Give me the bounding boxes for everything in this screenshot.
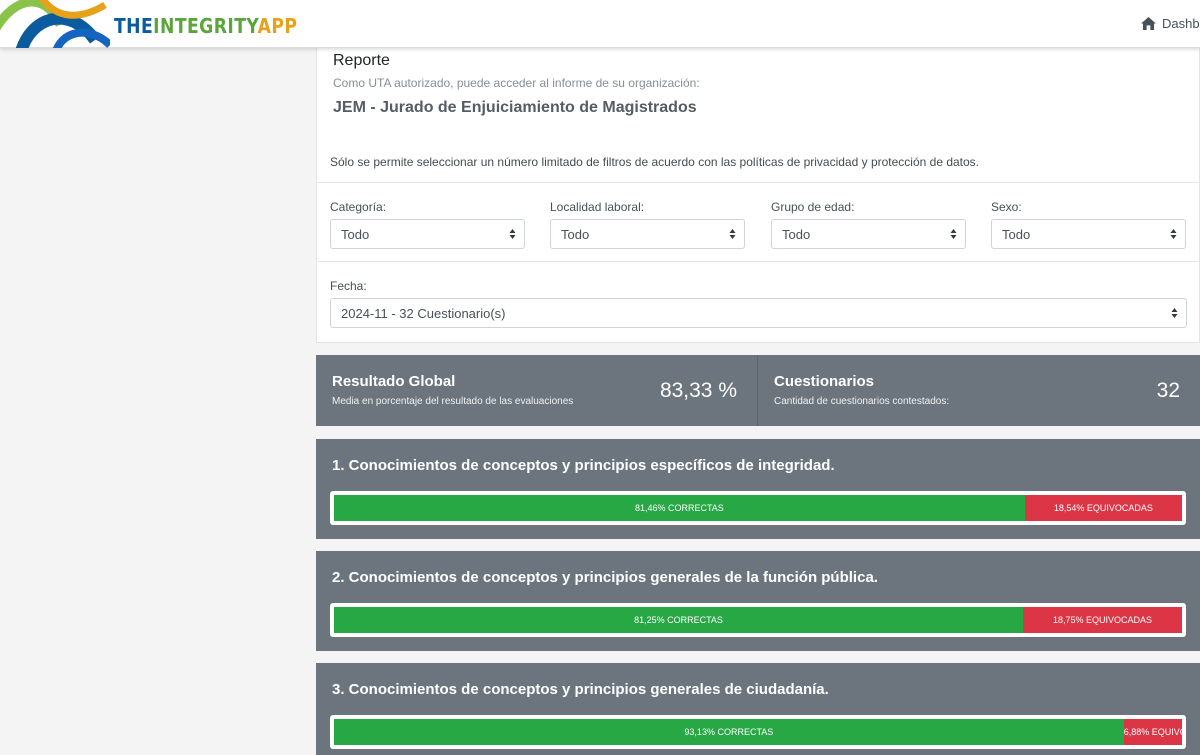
correct-segment: 81,46% CORRECTAS bbox=[334, 495, 1025, 521]
result-progress-bar: 81,25% CORRECTAS 18,75% EQUIVOCADAS bbox=[330, 603, 1186, 637]
filter-localidad: Localidad laboral: Todo bbox=[550, 200, 745, 249]
section-panel: 3. Conocimientos de conceptos y principi… bbox=[316, 663, 1200, 755]
result-progress-bar: 81,46% CORRECTAS 18,54% EQUIVOCADAS bbox=[330, 491, 1186, 525]
brand-part-the: THE bbox=[114, 14, 154, 38]
filter-categoria: Categoría: Todo bbox=[330, 200, 525, 249]
wrong-segment: 6,88% EQUIVOCADAS bbox=[1123, 719, 1182, 745]
dashboard-link-label: Dashbo bbox=[1162, 16, 1200, 31]
global-result-title: Resultado Global bbox=[332, 373, 456, 390]
top-navbar: THEINTEGRITYAPP Dashbo bbox=[0, 0, 1200, 48]
privacy-note: Sólo se permite seleccionar un número li… bbox=[330, 155, 980, 169]
localidad-select[interactable]: Todo bbox=[550, 219, 745, 249]
select-arrows-icon bbox=[950, 229, 957, 239]
section-panel: 2. Conocimientos de conceptos y principi… bbox=[316, 551, 1200, 651]
filter-label: Localidad laboral: bbox=[550, 200, 645, 214]
grupo-edad-select[interactable]: Todo bbox=[771, 219, 966, 249]
section-panel: 1. Conocimientos de conceptos y principi… bbox=[316, 439, 1200, 539]
filter-grupo-edad: Grupo de edad: Todo bbox=[771, 200, 966, 249]
select-arrows-icon bbox=[1170, 229, 1177, 239]
questionnaires-value: 32 bbox=[1156, 379, 1180, 402]
brand-part-integrity: INTEGRITY bbox=[153, 14, 258, 38]
report-card: Reporte Como UTA autorizado, puede acced… bbox=[316, 48, 1200, 343]
section-title: 3. Conocimientos de conceptos y principi… bbox=[332, 681, 829, 698]
report-title: Reporte bbox=[333, 52, 390, 69]
divider bbox=[317, 182, 1200, 183]
categoria-select[interactable]: Todo bbox=[330, 219, 525, 249]
filter-label: Sexo: bbox=[991, 200, 1022, 214]
filter-sexo: Sexo: Todo bbox=[991, 200, 1186, 249]
global-result-value: 83,33 % bbox=[659, 379, 737, 402]
select-arrows-icon bbox=[729, 229, 736, 239]
wrong-segment: 18,75% EQUIVOCADAS bbox=[1023, 607, 1182, 633]
correct-segment: 81,25% CORRECTAS bbox=[334, 607, 1023, 633]
sexo-select[interactable]: Todo bbox=[991, 219, 1186, 249]
filter-label: Fecha: bbox=[330, 279, 367, 293]
result-progress-bar: 93,13% CORRECTAS 6,88% EQUIVOCADAS bbox=[330, 715, 1186, 749]
progress-track: 81,46% CORRECTAS 18,54% EQUIVOCADAS bbox=[334, 495, 1182, 521]
divider bbox=[317, 261, 1200, 262]
logo-swirl-icon bbox=[0, 0, 110, 48]
section-title: 2. Conocimientos de conceptos y principi… bbox=[332, 569, 878, 586]
report-subtitle: Como UTA autorizado, puede acceder al in… bbox=[333, 76, 700, 90]
filter-fecha: Fecha: 2024-11 - 32 Cuestionario(s) bbox=[330, 279, 1187, 328]
progress-track: 81,25% CORRECTAS 18,75% EQUIVOCADAS bbox=[334, 607, 1182, 633]
questionnaires-card: Cuestionarios Cantidad de cuestionarios … bbox=[758, 355, 1200, 426]
questionnaires-description: Cantidad de cuestionarios contestados: bbox=[774, 396, 950, 407]
select-value: Todo bbox=[341, 227, 370, 242]
fecha-select[interactable]: 2024-11 - 32 Cuestionario(s) bbox=[330, 298, 1187, 328]
brand-part-app: APP bbox=[257, 14, 298, 38]
summary-panel: Resultado Global Media en porcentaje del… bbox=[316, 355, 1200, 426]
correct-segment: 93,13% CORRECTAS bbox=[334, 719, 1124, 745]
wrong-segment: 18,54% EQUIVOCADAS bbox=[1024, 495, 1182, 521]
questionnaires-title: Cuestionarios bbox=[774, 373, 875, 390]
filter-label: Categoría: bbox=[330, 200, 387, 214]
dashboard-link[interactable]: Dashbo bbox=[1141, 16, 1200, 31]
brand-name: THEINTEGRITYAPP bbox=[114, 14, 297, 38]
select-value: 2024-11 - 32 Cuestionario(s) bbox=[341, 306, 506, 321]
organization-name: JEM - Jurado de Enjuiciamiento de Magist… bbox=[333, 99, 697, 116]
global-result-card: Resultado Global Media en porcentaje del… bbox=[316, 355, 758, 426]
select-value: Todo bbox=[1002, 227, 1031, 242]
filter-label: Grupo de edad: bbox=[771, 200, 855, 214]
select-value: Todo bbox=[561, 227, 590, 242]
select-value: Todo bbox=[782, 227, 811, 242]
global-result-description: Media en porcentaje del resultado de las… bbox=[332, 396, 574, 407]
select-arrows-icon bbox=[1171, 308, 1178, 318]
home-icon bbox=[1141, 17, 1156, 30]
app-logo[interactable]: THEINTEGRITYAPP bbox=[0, 0, 300, 48]
progress-track: 93,13% CORRECTAS 6,88% EQUIVOCADAS bbox=[334, 719, 1182, 745]
section-title: 1. Conocimientos de conceptos y principi… bbox=[332, 457, 835, 474]
select-arrows-icon bbox=[509, 229, 516, 239]
